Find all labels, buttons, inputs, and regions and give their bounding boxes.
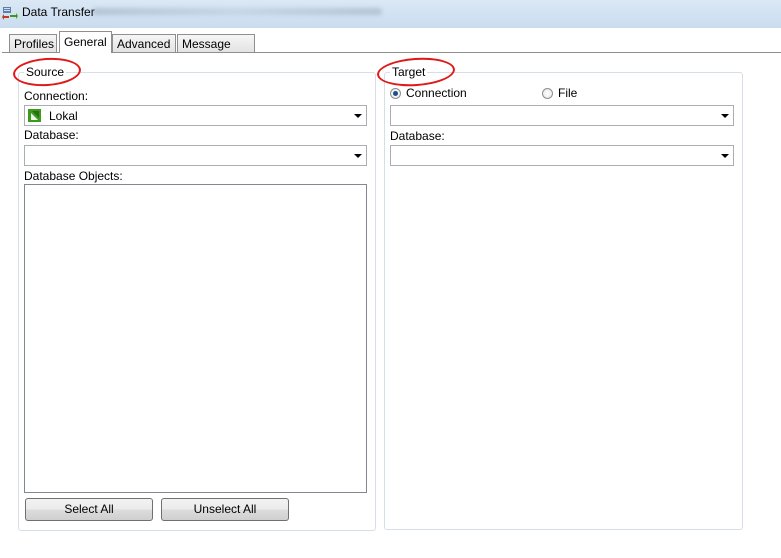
tab-profiles[interactable]: Profiles [9, 34, 57, 52]
target-connection-radio-label[interactable]: Connection [406, 86, 467, 100]
tab-general[interactable]: General [59, 31, 112, 53]
select-all-button[interactable]: Select All [25, 498, 153, 521]
target-connection-radio[interactable] [390, 88, 401, 99]
tab-message-log[interactable]: Message Log [177, 34, 255, 69]
chevron-down-icon [354, 154, 362, 158]
source-connection-select[interactable]: Lokal [24, 105, 367, 126]
database-objects-list[interactable] [24, 184, 367, 493]
tab-advanced[interactable]: Advanced [112, 34, 176, 52]
connection-icon [28, 109, 41, 122]
target-file-radio[interactable] [542, 88, 553, 99]
chevron-down-icon [721, 154, 729, 158]
radio-selected-dot [393, 91, 398, 96]
unselect-all-button[interactable]: Unselect All [161, 498, 289, 521]
target-file-radio-label[interactable]: File [558, 86, 577, 100]
window-title: Data Transfer [22, 5, 95, 19]
source-database-label: Database: [24, 128, 79, 142]
source-connection-label: Connection: [24, 89, 89, 103]
title-bar: Data Transfer [0, 0, 781, 28]
chevron-down-icon [721, 114, 729, 118]
chevron-down-icon [354, 114, 362, 118]
target-database-label: Database: [390, 129, 445, 143]
target-database-select[interactable] [390, 145, 734, 166]
blurred-title-detail [92, 8, 382, 15]
database-objects-label: Database Objects: [24, 169, 123, 183]
target-connection-select[interactable] [390, 105, 734, 126]
source-database-select[interactable] [24, 145, 367, 166]
data-transfer-icon [2, 7, 18, 20]
source-connection-value: Lokal [49, 109, 78, 123]
tab-strip: Profiles General Advanced Message Log [0, 31, 781, 69]
